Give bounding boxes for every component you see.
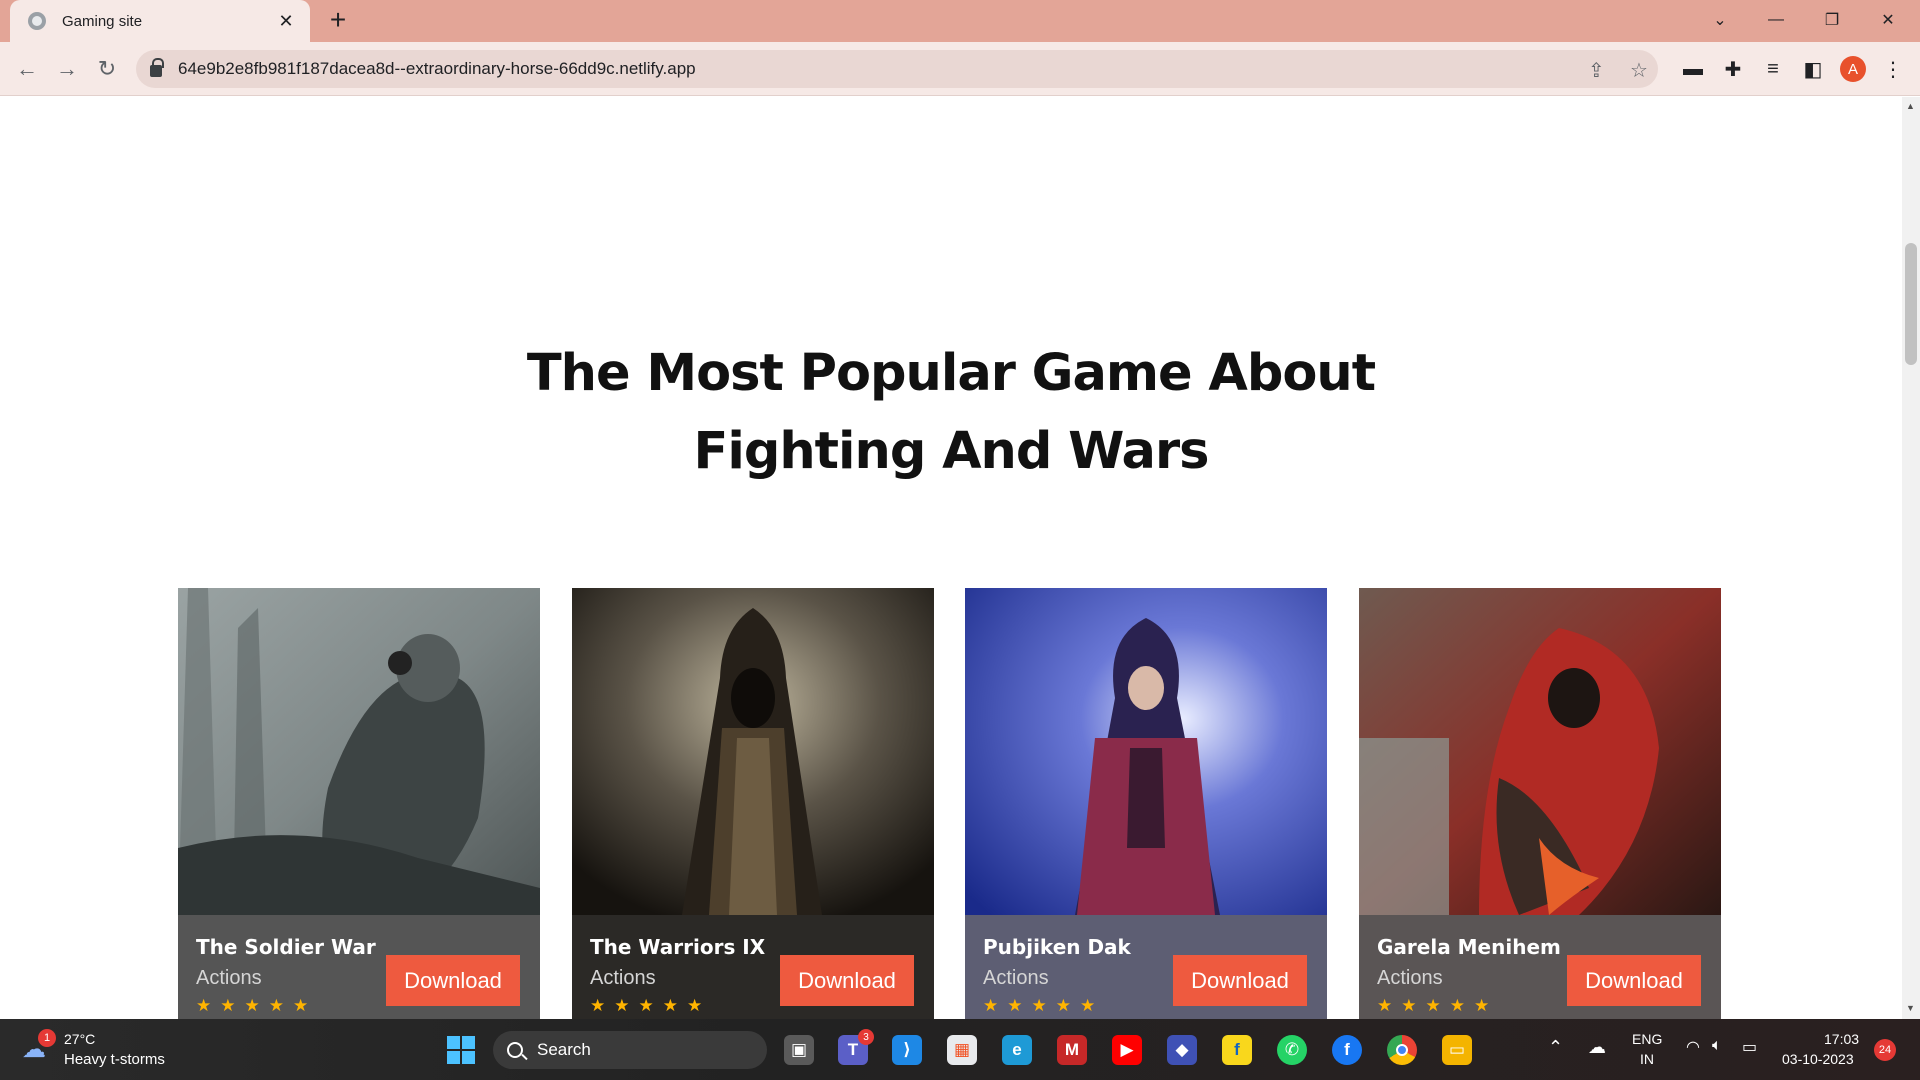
windows-logo-tile [462, 1051, 475, 1064]
title-bar: Gaming site ✕ + ⌄ — ❐ ✕ [0, 0, 1920, 42]
address-bar[interactable]: 64e9b2e8fb981f187dacea8d--extraordinary-… [136, 50, 1658, 88]
start-button[interactable] [447, 1036, 475, 1064]
region-label[interactable]: IN [1640, 1051, 1654, 1067]
task-view-icon[interactable]: ▣ [784, 1035, 814, 1065]
scroll-up-icon[interactable]: ▲ [1906, 101, 1915, 111]
back-button[interactable]: ← [12, 54, 42, 84]
download-button[interactable]: Download [780, 955, 914, 1006]
reading-list-icon[interactable]: ≡ [1758, 54, 1788, 84]
heading-line-1: The Most Popular Game About [526, 344, 1376, 403]
youtube-icon[interactable]: ▶ [1112, 1035, 1142, 1065]
game-card: The Warriors IX Actions ★★★★★ Download [572, 588, 934, 1019]
copilot-icon[interactable]: ◆ [1167, 1035, 1197, 1065]
card-info-panel: Pubjiken Dak Actions ★★★★★ Download [965, 915, 1327, 1019]
flipkart-icon[interactable]: f [1222, 1035, 1252, 1065]
tab-close-icon[interactable]: ✕ [274, 11, 298, 32]
restore-button[interactable]: ❐ [1810, 4, 1854, 36]
teams-badge: 3 [858, 1029, 874, 1045]
page-viewport: The Most Popular Game About Fighting And… [0, 97, 1902, 1019]
taskbar-search[interactable]: Search [493, 1031, 767, 1069]
url-text[interactable]: 64e9b2e8fb981f187dacea8d--extraordinary-… [178, 59, 696, 79]
weather-temperature: 27°C [64, 1031, 96, 1047]
browser-toolbar: ← → ↻ 64e9b2e8fb981f187dacea8d--extraord… [0, 42, 1920, 96]
search-label: Search [537, 1040, 591, 1059]
game-cover-image [965, 588, 1327, 915]
game-card: Pubjiken Dak Actions ★★★★★ Download [965, 588, 1327, 1019]
heading-line-2: Fighting And Wars [693, 422, 1210, 481]
card-info-panel: Garela Menihem Actions ★★★★★ Download [1359, 915, 1721, 1019]
search-icon [507, 1042, 523, 1058]
minimize-button[interactable]: — [1754, 4, 1798, 36]
vscode-icon[interactable]: ⟩ [892, 1035, 922, 1065]
clock-date[interactable]: 03-10-2023 [1782, 1051, 1854, 1067]
card-info-panel: The Warriors IX Actions ★★★★★ Download [572, 915, 934, 1019]
new-tab-button[interactable]: + [324, 6, 352, 34]
windows-taskbar: ☁ 1 27°C Heavy t-storms Search ▣ T 3 ⟩ ▦… [0, 1019, 1920, 1080]
lock-icon[interactable] [150, 58, 164, 77]
game-cover-image [178, 588, 540, 915]
side-panel-icon[interactable]: ◧ [1798, 54, 1828, 84]
windows-logo-tile [462, 1036, 475, 1049]
volume-icon[interactable]: 🔈︎ [1712, 1037, 1722, 1055]
profile-avatar[interactable]: A [1840, 56, 1866, 82]
download-button[interactable]: Download [1567, 955, 1701, 1006]
menu-icon[interactable]: ⋮ [1878, 54, 1908, 84]
reload-button[interactable]: ↻ [92, 54, 122, 84]
windows-logo-tile [447, 1051, 460, 1064]
notification-badge[interactable]: 24 [1874, 1039, 1896, 1061]
file-explorer-icon[interactable]: ▭ [1442, 1035, 1472, 1065]
onedrive-icon[interactable]: ☁ [1588, 1037, 1606, 1058]
windows-logo-icon [447, 1036, 460, 1049]
extensions-icon[interactable]: ✚ [1718, 54, 1748, 84]
battery-icon[interactable]: ▭ [1742, 1037, 1757, 1057]
scroll-down-icon[interactable]: ▼ [1906, 1003, 1915, 1013]
weather-widget[interactable]: ☁ 1 27°C Heavy t-storms [22, 1029, 172, 1071]
browser-tab[interactable]: Gaming site ✕ [10, 0, 310, 42]
download-button[interactable]: Download [386, 955, 520, 1006]
forward-button[interactable]: → [52, 54, 82, 84]
weather-description: Heavy t-storms [64, 1051, 165, 1068]
weather-badge: 1 [38, 1029, 56, 1047]
cast-icon[interactable]: ▬ [1678, 54, 1708, 84]
clock-time[interactable]: 17:03 [1824, 1031, 1859, 1047]
tab-search-icon[interactable]: ⌄ [1698, 4, 1742, 36]
download-button[interactable]: Download [1173, 955, 1307, 1006]
globe-icon [28, 12, 46, 30]
edge-icon[interactable]: e [1002, 1035, 1032, 1065]
whatsapp-icon[interactable]: ✆ [1277, 1035, 1307, 1065]
section-heading: The Most Popular Game About Fighting And… [0, 335, 1902, 491]
chevron-up-icon[interactable]: ⌃ [1548, 1037, 1563, 1058]
close-window-button[interactable]: ✕ [1866, 4, 1910, 36]
game-card: Garela Menihem Actions ★★★★★ Download [1359, 588, 1721, 1019]
microsoft-store-icon[interactable]: ▦ [947, 1035, 977, 1065]
game-cover-image [572, 588, 934, 915]
facebook-icon[interactable]: f [1332, 1035, 1362, 1065]
tab-title: Gaming site [62, 12, 143, 30]
page-scrollbar[interactable]: ▲ ▼ [1902, 97, 1920, 1019]
bookmark-star-icon[interactable]: ☆ [1630, 58, 1648, 83]
language-label[interactable]: ENG [1632, 1031, 1662, 1047]
card-info-panel: The Soldier War Actions ★★★★★ Download [178, 915, 540, 1019]
mcafee-icon[interactable]: M [1057, 1035, 1087, 1065]
share-icon[interactable]: ⇪ [1588, 58, 1605, 83]
chrome-icon[interactable] [1387, 1035, 1417, 1065]
game-card: The Soldier War Actions ★★★★★ Download [178, 588, 540, 1019]
scroll-thumb[interactable] [1905, 243, 1917, 365]
game-cover-image [1359, 588, 1721, 915]
wifi-icon[interactable]: ◠ [1686, 1037, 1700, 1057]
